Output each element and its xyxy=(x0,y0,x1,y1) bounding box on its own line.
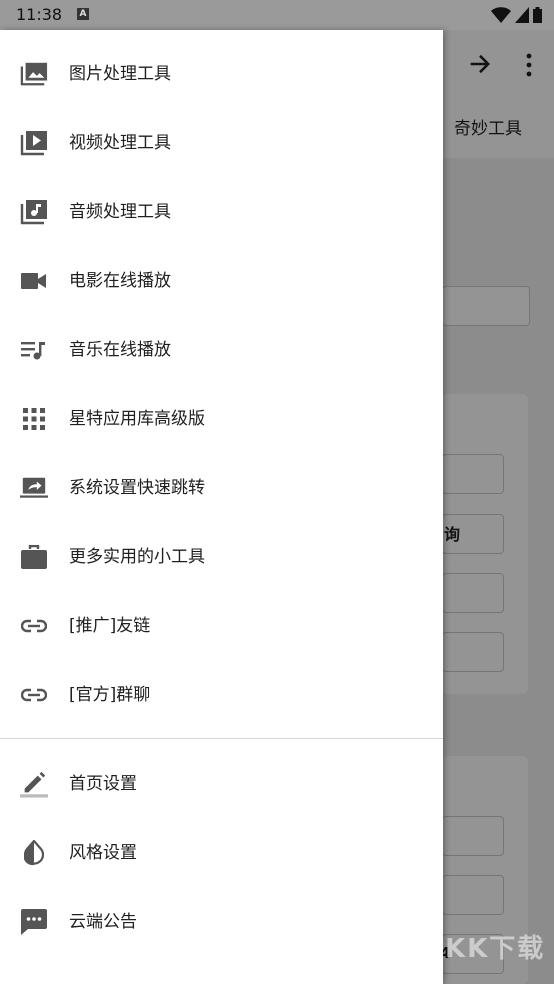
drawer-item-app-library[interactable]: 星特应用库高级版 xyxy=(0,389,443,449)
drawer-item-system-settings[interactable]: 系统设置快速跳转 xyxy=(0,458,443,518)
drawer-item-more-tools[interactable]: 更多实用的小工具 xyxy=(0,527,443,587)
drawer-item-music-online[interactable]: 音乐在线播放 xyxy=(0,320,443,380)
drawer-item-label: 风格设置 xyxy=(69,843,137,863)
drawer-item-cloud-notice[interactable]: 云端公告 xyxy=(0,892,443,952)
drawer-item-official-group[interactable]: [官方]群聊 xyxy=(0,665,443,725)
screen-share-icon xyxy=(20,474,48,502)
drawer-divider xyxy=(0,738,443,739)
signal-icon xyxy=(515,7,529,23)
battery-icon xyxy=(533,7,542,23)
library-music-icon xyxy=(20,198,48,226)
drawer-item-label: 音乐在线播放 xyxy=(69,340,171,360)
drawer-item-label: 云端公告 xyxy=(69,912,137,932)
system-icons xyxy=(491,6,542,24)
photo-library-icon xyxy=(20,60,48,88)
drawer-item-image-tools[interactable]: 图片处理工具 xyxy=(0,44,443,104)
apps-grid-icon xyxy=(20,405,48,433)
drawer-item-movie-online[interactable]: 电影在线播放 xyxy=(0,251,443,311)
drawer-item-label: 音频处理工具 xyxy=(69,202,171,222)
status-bar: 11:38 A xyxy=(0,0,554,30)
drawer-item-label: [官方]群聊 xyxy=(69,685,151,705)
videocam-icon xyxy=(20,267,48,295)
drawer-item-style-settings[interactable]: 风格设置 xyxy=(0,823,443,883)
watermark: KK下载 xyxy=(445,934,546,964)
status-time: 11:38 xyxy=(16,5,63,24)
wifi-icon xyxy=(491,7,511,23)
edit-pen-icon xyxy=(20,770,48,798)
drawer-item-label: 电影在线播放 xyxy=(69,271,171,291)
invert-colors-icon xyxy=(20,839,48,867)
drawer-item-label: 更多实用的小工具 xyxy=(69,547,205,567)
notification-icon: A xyxy=(77,8,89,20)
drawer-item-label: 星特应用库高级版 xyxy=(69,409,205,429)
drawer-item-audio-tools[interactable]: 音频处理工具 xyxy=(0,182,443,242)
link-icon xyxy=(20,612,48,640)
briefcase-icon xyxy=(20,543,48,571)
drawer-item-label: [推广]友链 xyxy=(69,616,151,636)
drawer-item-label: 系统设置快速跳转 xyxy=(69,478,205,498)
drawer-item-promo-links[interactable]: [推广]友链 xyxy=(0,596,443,656)
drawer-item-label: 视频处理工具 xyxy=(69,133,171,153)
video-library-icon xyxy=(20,129,48,157)
link-icon xyxy=(20,681,48,709)
drawer-item-label: 图片处理工具 xyxy=(69,64,171,84)
queue-music-icon xyxy=(20,336,48,364)
drawer-item-home-settings[interactable]: 首页设置 xyxy=(0,754,443,814)
chat-bubble-icon xyxy=(20,908,48,936)
navigation-drawer: 图片处理工具 视频处理工具 音频处理工具 电影在线播放 音乐在线播放 星特应用库… xyxy=(0,30,443,984)
drawer-item-label: 首页设置 xyxy=(69,774,137,794)
drawer-item-video-tools[interactable]: 视频处理工具 xyxy=(0,113,443,173)
